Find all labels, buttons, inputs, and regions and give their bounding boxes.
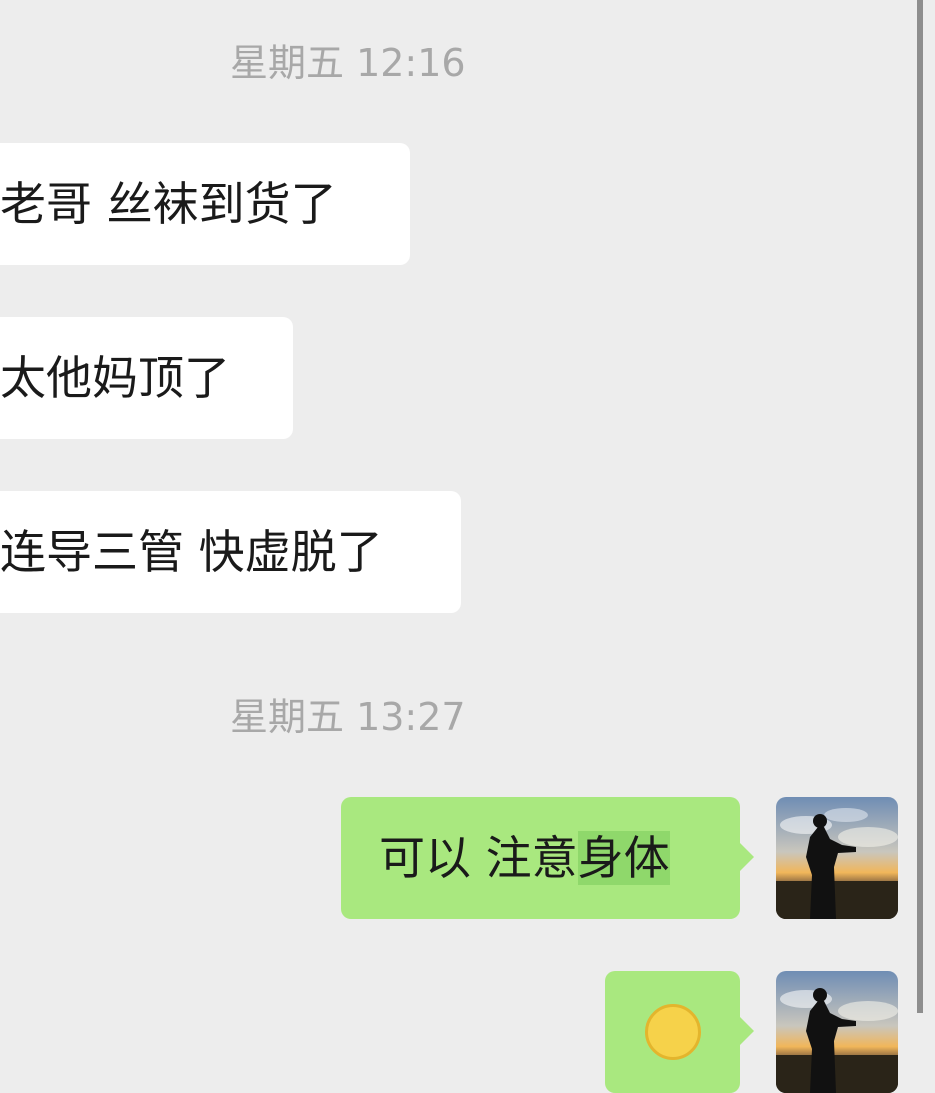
outgoing-message-bubble[interactable]: 可以 注意身体	[341, 797, 754, 919]
incoming-message-bubble[interactable]: 老哥 丝袜到货了	[0, 143, 410, 265]
timestamp-divider: 星期五 13:27	[230, 695, 466, 739]
outgoing-message-bubble[interactable]	[605, 971, 754, 1093]
message-text[interactable]: 可以 注意	[379, 831, 578, 885]
timestamp-divider: 星期五 12:16	[230, 41, 466, 85]
incoming-message-bubble[interactable]: 太他妈顶了	[0, 317, 293, 439]
selected-text[interactable]: 身体	[577, 831, 670, 885]
sunset-silhouette-avatar[interactable]	[776, 797, 898, 919]
incoming-message-bubble[interactable]: 连导三管 快虚脱了	[0, 491, 461, 613]
scrollbar[interactable]	[917, 0, 923, 1013]
emoji-icon	[645, 1004, 701, 1060]
sunset-silhouette-avatar[interactable]	[776, 971, 898, 1093]
